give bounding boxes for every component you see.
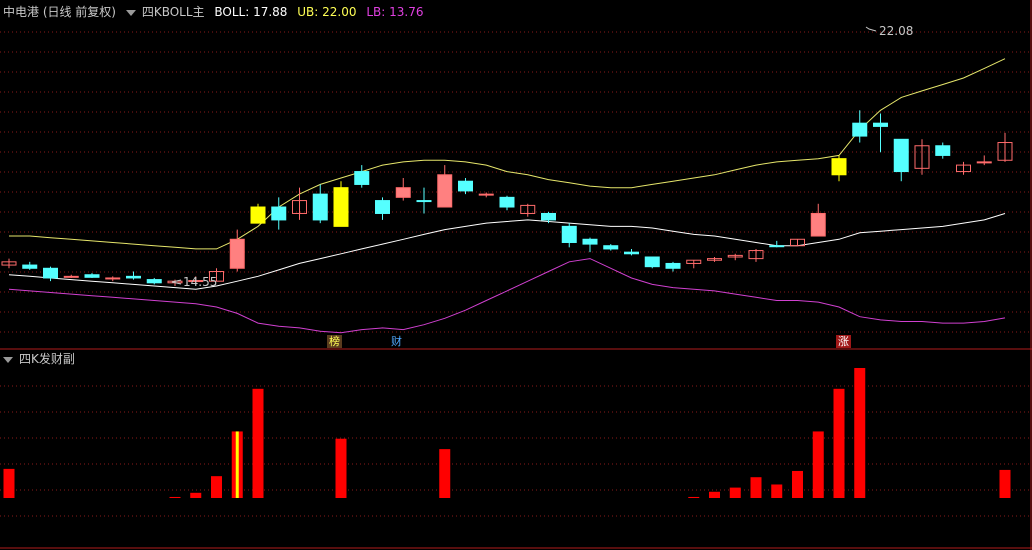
indicator-bar xyxy=(750,477,762,498)
indicator-bar xyxy=(3,468,15,498)
chart-stage: 22.08 14.55 xyxy=(0,0,1032,550)
lb-value: LB: 13.76 xyxy=(366,5,424,19)
low-annotation: 14.55 xyxy=(171,275,217,289)
high-annotation: 22.08 xyxy=(865,24,913,38)
candle-body xyxy=(105,277,121,280)
candle-body xyxy=(250,206,266,224)
candle-body xyxy=(271,206,287,221)
candle-body xyxy=(665,262,681,269)
candle-body xyxy=(976,161,992,164)
candle-body xyxy=(43,267,58,279)
main-panel-header: 中电港 (日线 前复权) 四KBOLL主 BOLL: 17.88 UB: 22.… xyxy=(3,5,429,19)
indicator-bar xyxy=(169,496,181,498)
series-line-lb xyxy=(8,258,1006,334)
indicator-bar xyxy=(729,487,741,498)
candle-body xyxy=(582,238,598,245)
candle-body xyxy=(935,145,951,156)
candle-body xyxy=(644,256,660,268)
indicator-bars xyxy=(3,368,1011,498)
candle-body xyxy=(624,251,639,255)
stock-label: 中电港 (日线 前复权) xyxy=(3,5,116,19)
candle-body xyxy=(478,193,494,196)
candle-body xyxy=(810,212,826,237)
indicator-bar-highlight xyxy=(235,431,239,498)
candle-body xyxy=(312,193,328,221)
event-marker-rank[interactable]: 榜 xyxy=(327,335,342,348)
indicator-name[interactable]: 四KBOLL主 xyxy=(142,5,205,19)
candle-body xyxy=(333,187,349,227)
candlesticks xyxy=(1,110,1013,287)
dropdown-triangle-icon[interactable] xyxy=(125,9,136,16)
indicator-bar xyxy=(211,476,222,498)
indicator-bar xyxy=(190,492,202,498)
sub-indicator-name[interactable]: 四K发财副 xyxy=(19,352,75,366)
indicator-bar xyxy=(812,431,824,498)
candle-body xyxy=(437,174,453,208)
candle-body xyxy=(146,279,162,284)
candle-body xyxy=(458,180,473,192)
indicator-bar xyxy=(709,491,720,498)
indicator-bar xyxy=(688,496,700,498)
candle-body xyxy=(84,274,100,278)
candle-body xyxy=(416,200,432,203)
series-line-boll xyxy=(8,213,1006,290)
series-line-ub xyxy=(9,58,1006,250)
candle-body xyxy=(769,245,785,248)
candle-body xyxy=(229,238,245,269)
indicator-bar xyxy=(999,469,1011,498)
indicator-bar xyxy=(252,388,264,498)
indicator-bar xyxy=(792,470,803,498)
candle-body xyxy=(603,245,619,250)
sub-panel-header: 四K发财副 xyxy=(3,352,81,366)
ub-value: UB: 22.00 xyxy=(297,5,357,19)
candle-body xyxy=(375,200,390,214)
event-marker-finance[interactable]: 财 xyxy=(389,335,404,348)
high-price-label: 22.08 xyxy=(879,24,913,38)
candle-body xyxy=(541,212,556,221)
candle-body xyxy=(126,275,141,279)
indicator-bar xyxy=(854,368,866,498)
dropdown-triangle-icon[interactable] xyxy=(3,356,13,363)
sub-panel-grid xyxy=(0,385,1030,517)
boll-value: BOLL: 17.88 xyxy=(214,5,288,19)
indicator-bar xyxy=(439,449,451,498)
candle-body xyxy=(893,138,909,173)
candle-body xyxy=(395,187,411,198)
candle-body xyxy=(852,122,868,137)
event-marker-limit-up[interactable]: 涨 xyxy=(836,335,851,348)
candle-body xyxy=(22,264,38,269)
indicator-bar xyxy=(833,388,845,498)
candle-body xyxy=(354,171,370,185)
low-price-label: 14.55 xyxy=(183,275,217,289)
candle-body xyxy=(873,122,888,127)
candle-body xyxy=(63,275,79,278)
candle-body xyxy=(831,158,847,176)
indicator-bar xyxy=(335,438,347,498)
candle-body xyxy=(499,196,515,208)
candle-body xyxy=(561,225,577,243)
indicator-bar xyxy=(771,484,783,498)
